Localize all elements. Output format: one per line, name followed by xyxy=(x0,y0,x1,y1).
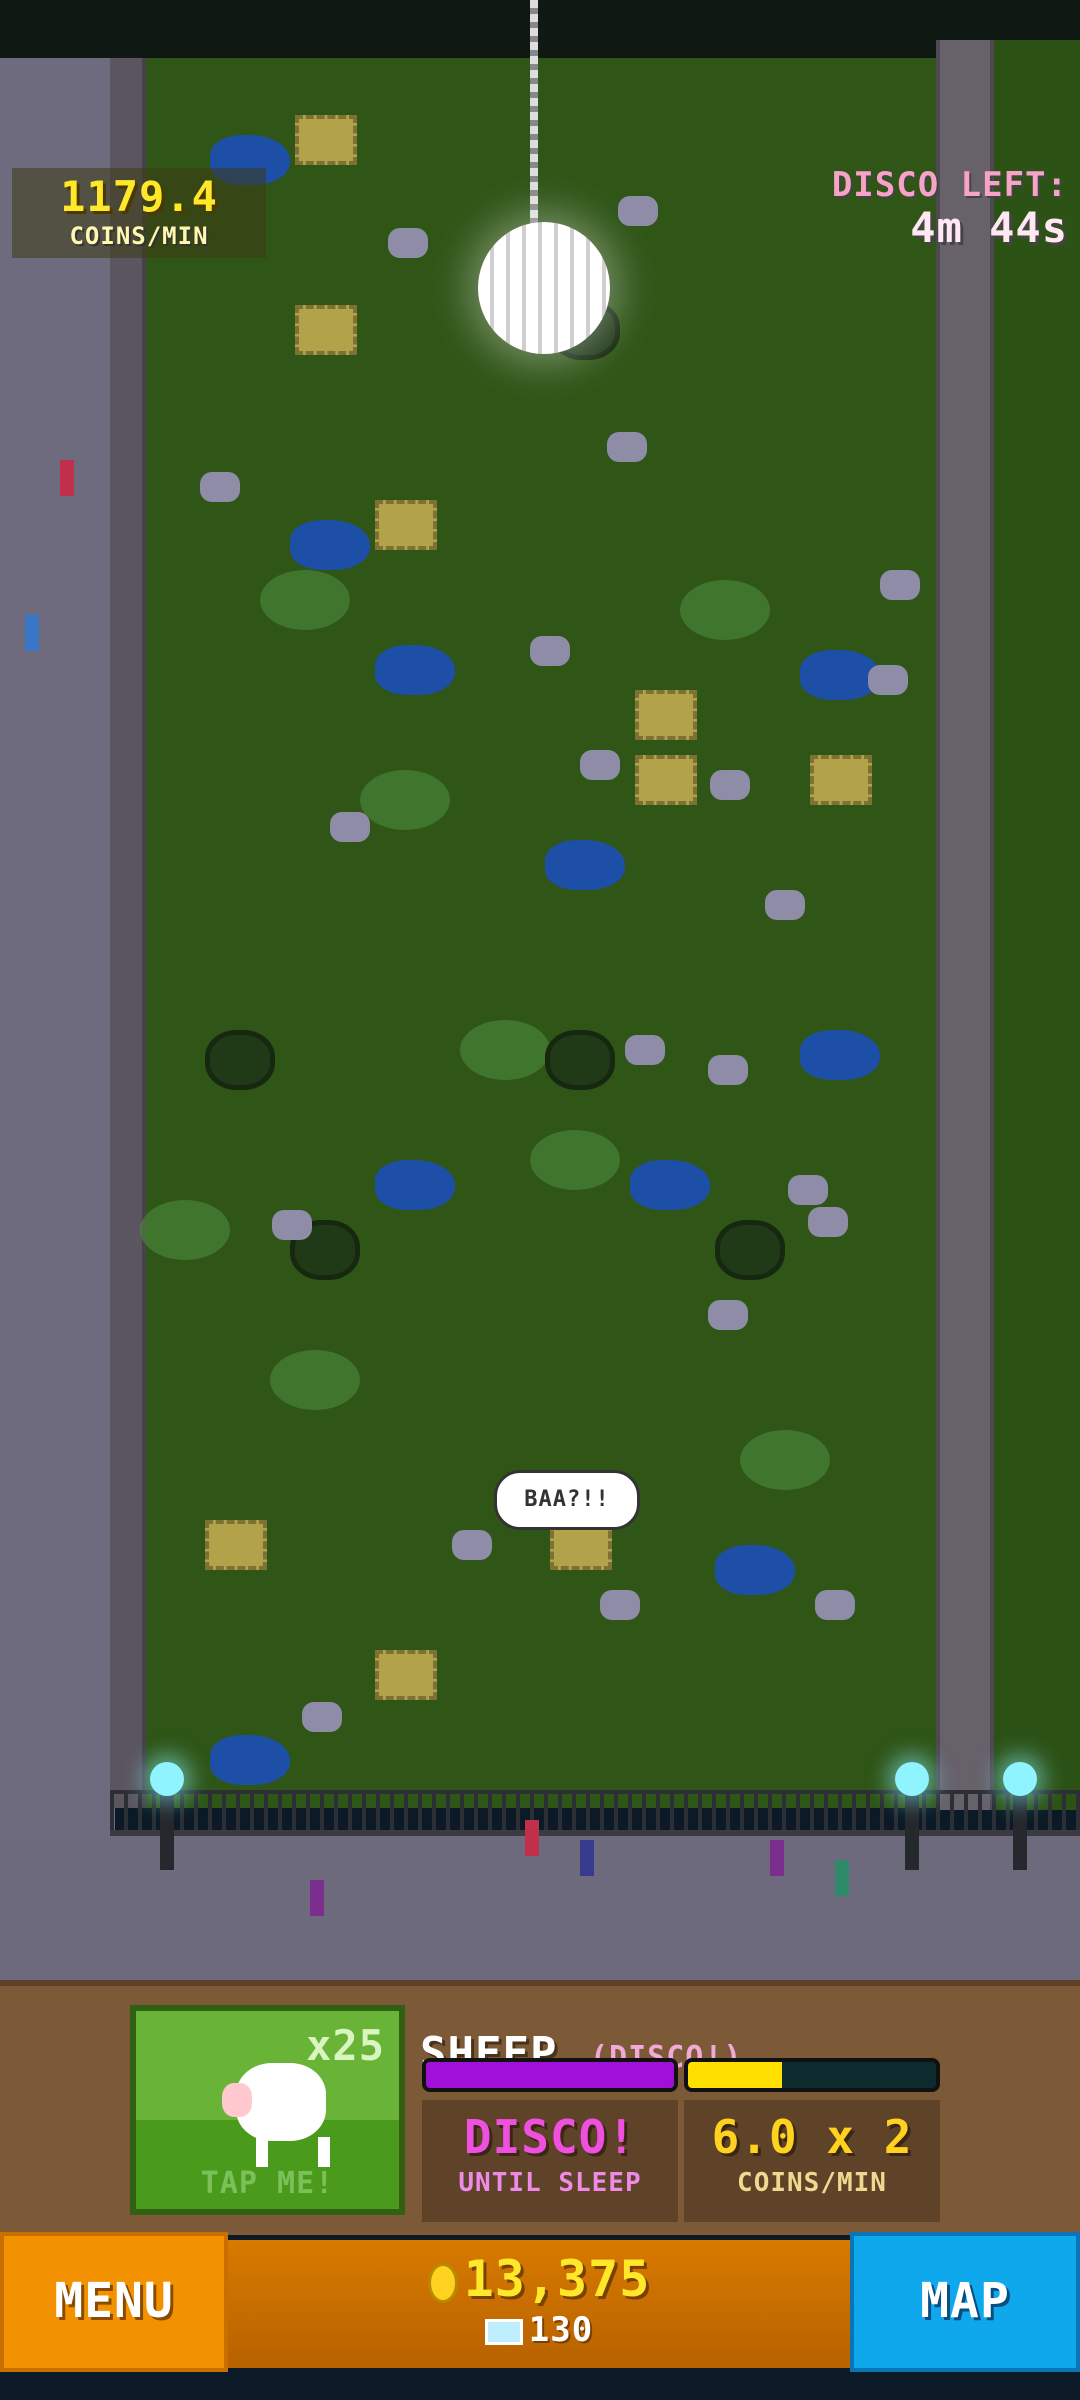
pond xyxy=(715,1545,795,1595)
iron-fence xyxy=(110,1790,1080,1836)
gem-balance: 130 xyxy=(228,2310,850,2350)
sheep[interactable] xyxy=(530,636,570,666)
pedestrian xyxy=(310,1880,324,1916)
grass-patch xyxy=(530,1130,620,1190)
hay-bale xyxy=(295,115,357,165)
sheep[interactable] xyxy=(710,770,750,800)
pedestrian xyxy=(60,460,74,496)
sheep[interactable] xyxy=(765,890,805,920)
street-lamp xyxy=(150,1762,184,1870)
rate-label: COINS/MIN xyxy=(737,2168,887,2198)
pond xyxy=(630,1160,710,1210)
hay-bale xyxy=(295,305,357,355)
coin-balance: 13,375 xyxy=(228,2250,850,2308)
stone-wall-left xyxy=(110,58,146,1808)
gem-icon xyxy=(484,2318,523,2345)
sheep[interactable] xyxy=(200,472,240,502)
coin-rate-label: COINS/MIN xyxy=(69,222,209,250)
map-button[interactable]: MAP xyxy=(850,2232,1080,2372)
sheep[interactable] xyxy=(452,1530,492,1560)
disco-left-label: DISCO LEFT: xyxy=(831,165,1068,205)
grass-patch xyxy=(260,570,350,630)
sheep[interactable] xyxy=(708,1300,748,1330)
tree xyxy=(205,1030,275,1090)
grass-patch xyxy=(680,580,770,640)
disco-progress-fill xyxy=(426,2062,674,2088)
status-value: DISCO! xyxy=(463,2110,637,2164)
sheep[interactable] xyxy=(600,1590,640,1620)
sheep[interactable] xyxy=(618,196,658,226)
sheep[interactable] xyxy=(815,1590,855,1620)
sheep[interactable] xyxy=(868,665,908,695)
animal-count: x25 xyxy=(306,2021,385,2070)
pedestrian xyxy=(525,1820,539,1856)
hay-bale xyxy=(205,1520,267,1570)
disco-ball-chain xyxy=(530,0,538,230)
street-lamp xyxy=(895,1762,929,1870)
hay-bale xyxy=(635,755,697,805)
disco-left-timer: 4m 44s xyxy=(910,203,1068,252)
menu-button[interactable]: MENU xyxy=(0,2232,228,2372)
status-label: UNTIL SLEEP xyxy=(458,2168,642,2198)
sheep-icon xyxy=(222,2063,330,2167)
currency-display: 13,375 130 xyxy=(228,2240,850,2368)
sheep[interactable] xyxy=(272,1210,312,1240)
pedestrian xyxy=(770,1840,784,1876)
hay-bale xyxy=(810,755,872,805)
coin-amount: 13,375 xyxy=(463,2250,651,2308)
sheep[interactable] xyxy=(302,1702,342,1732)
sidewalk-left xyxy=(0,58,115,1838)
pond xyxy=(375,645,455,695)
coin-progress-bar xyxy=(684,2058,940,2092)
sheep[interactable] xyxy=(388,228,428,258)
gem-amount: 130 xyxy=(528,2310,594,2350)
sheep[interactable] xyxy=(580,750,620,780)
sheep[interactable] xyxy=(330,812,370,842)
coin-rate-value: 1179.4 xyxy=(60,172,218,221)
pedestrian xyxy=(580,1840,594,1876)
speech-bubble: BAA?!! xyxy=(494,1470,640,1530)
hay-bale xyxy=(635,690,697,740)
grass-patch xyxy=(740,1430,830,1490)
sheep[interactable] xyxy=(808,1207,848,1237)
grass-patch xyxy=(270,1350,360,1410)
pond xyxy=(375,1160,455,1210)
street-lamp xyxy=(1003,1762,1037,1870)
rate-value: 6.0 x 2 xyxy=(711,2110,913,2164)
stone-wall-right xyxy=(936,40,994,1810)
hay-bale xyxy=(375,500,437,550)
sheep[interactable] xyxy=(788,1175,828,1205)
tree xyxy=(545,1030,615,1090)
status-bar xyxy=(0,0,1080,58)
grass-patch xyxy=(360,770,450,830)
tap-me-button[interactable]: x25 TAP ME! xyxy=(130,2005,405,2215)
disco-progress-bar xyxy=(422,2058,678,2092)
pedestrian xyxy=(25,615,39,651)
tap-me-label: TAP ME! xyxy=(200,2166,335,2201)
hay-bale xyxy=(375,1650,437,1700)
neighbor-field xyxy=(994,40,1080,1810)
pond xyxy=(545,840,625,890)
pedestrian xyxy=(835,1860,849,1896)
coin-rate-box: 6.0 x 2 COINS/MIN xyxy=(684,2100,940,2222)
grass-patch xyxy=(460,1020,550,1080)
grass-patch xyxy=(140,1200,230,1260)
sheep[interactable] xyxy=(625,1035,665,1065)
navigation-bar xyxy=(0,2372,1080,2400)
coin-icon xyxy=(427,2262,458,2303)
coin-progress-fill xyxy=(688,2062,783,2088)
sheep[interactable] xyxy=(880,570,920,600)
tree xyxy=(715,1220,785,1280)
sheep[interactable] xyxy=(708,1055,748,1085)
pond xyxy=(290,520,370,570)
disco-ball xyxy=(478,222,610,354)
pond xyxy=(210,1735,290,1785)
sheep[interactable] xyxy=(607,432,647,462)
pond xyxy=(800,1030,880,1080)
disco-status-box: DISCO! UNTIL SLEEP xyxy=(422,2100,678,2222)
